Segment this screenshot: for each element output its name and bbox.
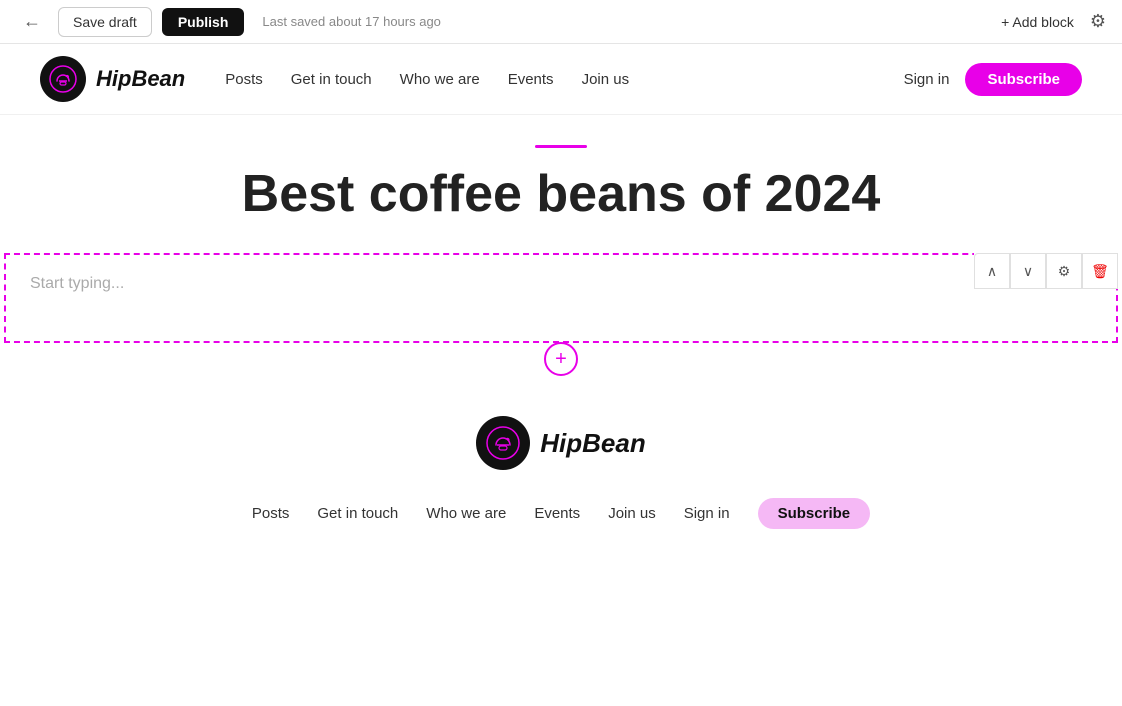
nav-join-us[interactable]: Join us (582, 71, 630, 88)
nav-get-in-touch[interactable]: Get in touch (291, 71, 372, 88)
article-title: Best coffee beans of 2024 (242, 166, 881, 223)
site-footer: HipBean Posts Get in touch Who we are Ev… (0, 376, 1122, 549)
toolbar-right: + Add block ⚙ (1001, 11, 1106, 32)
autosave-status: Last saved about 17 hours ago (262, 14, 441, 29)
site-header: HipBean Posts Get in touch Who we are Ev… (0, 44, 1122, 115)
block-move-up-button[interactable]: ∧ (974, 253, 1010, 289)
main-content: Best coffee beans of 2024 ∧ ∨ ⚙ 🗑 Start … (0, 115, 1122, 376)
footer-logo-svg (486, 426, 520, 460)
block-delete-button[interactable]: 🗑 (1082, 253, 1118, 289)
content-block-wrapper: ∧ ∨ ⚙ 🗑 Start typing... (0, 253, 1122, 343)
add-block-center: + (544, 342, 578, 376)
nav-who-we-are[interactable]: Who we are (400, 71, 480, 88)
publish-button[interactable]: Publish (162, 8, 245, 36)
back-button[interactable]: ← (16, 6, 48, 38)
footer-nav-who-we-are[interactable]: Who we are (426, 505, 506, 522)
footer-nav-get-in-touch[interactable]: Get in touch (317, 505, 398, 522)
site-logo-text: HipBean (96, 66, 185, 92)
add-block-button[interactable]: + Add block (1001, 14, 1074, 30)
subscribe-button-header[interactable]: Subscribe (965, 63, 1082, 96)
footer-nav-join-us[interactable]: Join us (608, 505, 656, 522)
save-draft-button[interactable]: Save draft (58, 7, 152, 37)
site-nav: Posts Get in touch Who we are Events Joi… (225, 71, 629, 88)
sign-in-button[interactable]: Sign in (904, 71, 950, 88)
nav-events[interactable]: Events (508, 71, 554, 88)
add-block-circle-button[interactable]: + (544, 342, 578, 376)
footer-nav-posts[interactable]: Posts (252, 505, 290, 522)
article-accent-line (535, 145, 587, 148)
footer-subscribe-button[interactable]: Subscribe (758, 498, 871, 529)
footer-logo: HipBean (476, 416, 645, 470)
footer-logo-text: HipBean (540, 428, 645, 459)
site-header-right: Sign in Subscribe (904, 63, 1082, 96)
block-settings-button[interactable]: ⚙ (1046, 253, 1082, 289)
footer-nav-sign-in[interactable]: Sign in (684, 505, 730, 522)
logo-icon (40, 56, 86, 102)
toolbar-left: ← Save draft Publish Last saved about 17… (16, 6, 441, 38)
content-block[interactable]: ∧ ∨ ⚙ 🗑 Start typing... (4, 253, 1118, 343)
toolbar: ← Save draft Publish Last saved about 17… (0, 0, 1122, 44)
block-move-down-button[interactable]: ∨ (1010, 253, 1046, 289)
footer-nav-events[interactable]: Events (534, 505, 580, 522)
footer-logo-icon (476, 416, 530, 470)
logo-area: HipBean (40, 56, 185, 102)
footer-nav: Posts Get in touch Who we are Events Joi… (252, 498, 870, 529)
content-placeholder: Start typing... (30, 275, 124, 292)
nav-posts[interactable]: Posts (225, 71, 263, 88)
settings-icon[interactable]: ⚙ (1090, 11, 1106, 32)
block-controls: ∧ ∨ ⚙ 🗑 (974, 253, 1118, 289)
hipbean-logo-svg (49, 65, 77, 93)
